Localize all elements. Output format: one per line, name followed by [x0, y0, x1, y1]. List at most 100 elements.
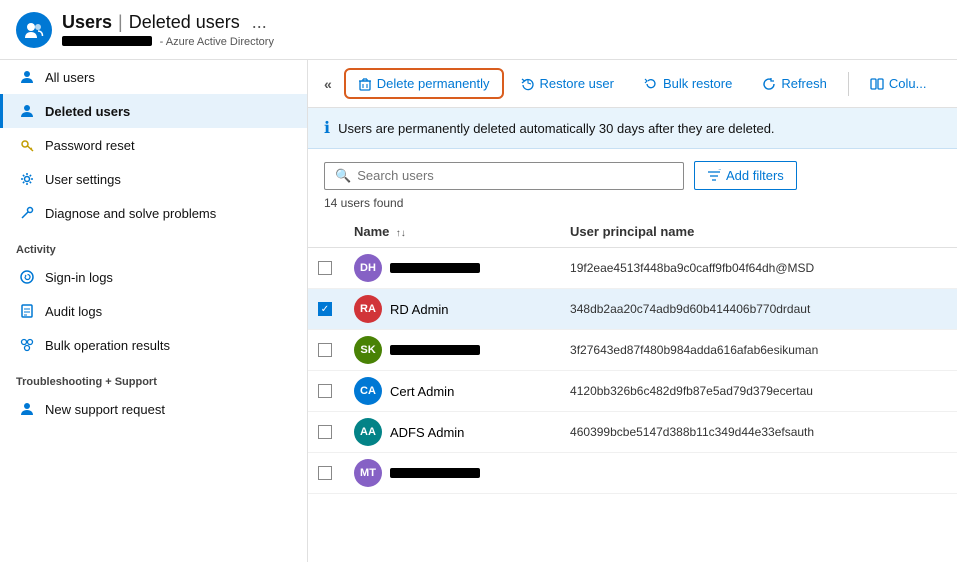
- sidebar-label-sign-in-logs: Sign-in logs: [45, 270, 113, 285]
- sidebar-item-audit-logs[interactable]: Audit logs: [0, 294, 307, 328]
- user-name: ADFS Admin: [390, 425, 464, 440]
- table-row[interactable]: RA RD Admin 348db2aa20c74adb9d60b414406b77…: [308, 289, 957, 330]
- refresh-icon: [762, 77, 776, 91]
- user-upn: 4120bb326b6c482d9fb87e5ad79d379ecertau: [560, 371, 957, 412]
- sidebar-item-diagnose[interactable]: Diagnose and solve problems: [0, 196, 307, 230]
- search-input[interactable]: [357, 168, 673, 183]
- sidebar-item-deleted-users[interactable]: Deleted users: [0, 94, 307, 128]
- bulk-restore-label: Bulk restore: [663, 76, 732, 91]
- trash-icon: [358, 77, 372, 91]
- user-name: RD Admin: [390, 302, 449, 317]
- table-row[interactable]: CA Cert Admin 4120bb326b6c482d9fb87e5ad79d…: [308, 371, 957, 412]
- restore-user-label: Restore user: [540, 76, 614, 91]
- search-filter-row: 🔍 + Add filters: [308, 149, 957, 196]
- sidebar-label-all-users: All users: [45, 70, 95, 85]
- restore-icon: [521, 77, 535, 91]
- row-checkbox[interactable]: [318, 343, 332, 357]
- header-deleted-label: Deleted users: [129, 12, 240, 33]
- table-row[interactable]: MT: [308, 453, 957, 494]
- sidebar-label-user-settings: User settings: [45, 172, 121, 187]
- content-area: All users Deleted users Password reset U…: [0, 60, 957, 562]
- columns-icon: [870, 77, 884, 91]
- avatar: SK: [354, 336, 382, 364]
- svg-text:+: +: [718, 169, 721, 176]
- user-upn: 19f2eae4513f448ba9c0caff9fb04f64dh@MSD: [560, 248, 957, 289]
- info-banner: ℹ Users are permanently deleted automati…: [308, 108, 957, 149]
- columns-label: Colu...: [889, 76, 927, 91]
- collapse-button[interactable]: «: [324, 76, 332, 92]
- sort-icon[interactable]: ↑↓: [396, 228, 406, 239]
- support-icon: [19, 401, 35, 417]
- user-name: Cert Admin: [390, 384, 454, 399]
- col-upn-header: User principal name: [560, 216, 957, 248]
- row-checkbox[interactable]: [318, 425, 332, 439]
- activity-section-label: Activity: [0, 230, 307, 260]
- avatar: AA: [354, 418, 382, 446]
- info-icon: ℹ: [324, 118, 330, 138]
- sidebar-item-user-settings[interactable]: User settings: [0, 162, 307, 196]
- sidebar-label-deleted-users: Deleted users: [45, 104, 130, 119]
- signin-icon: [19, 269, 35, 285]
- table-row[interactable]: SK 3f27643ed87f480b984adda616afab6esikuma…: [308, 330, 957, 371]
- sidebar: All users Deleted users Password reset U…: [0, 60, 308, 562]
- sidebar-label-support: New support request: [45, 402, 165, 417]
- toolbar: « Delete permanently Restore user Bulk r…: [308, 60, 957, 108]
- troubleshooting-section-label: Troubleshooting + Support: [0, 362, 307, 392]
- name-redacted: [390, 468, 480, 478]
- sidebar-label-password-reset: Password reset: [45, 138, 135, 153]
- row-checkbox[interactable]: [318, 302, 332, 316]
- name-redacted: [390, 345, 480, 355]
- col-checkbox: [308, 216, 344, 248]
- columns-button[interactable]: Colu...: [857, 69, 940, 98]
- header-more-button[interactable]: ...: [252, 12, 267, 33]
- add-filters-label: Add filters: [726, 168, 784, 183]
- app-icon: [16, 12, 52, 48]
- info-banner-text: Users are permanently deleted automatica…: [338, 121, 774, 136]
- user-upn: 3f27643ed87f480b984adda616afab6esikuman: [560, 330, 957, 371]
- search-icon: 🔍: [335, 168, 351, 184]
- search-box: 🔍: [324, 162, 684, 190]
- row-checkbox[interactable]: [318, 261, 332, 275]
- sidebar-item-password-reset[interactable]: Password reset: [0, 128, 307, 162]
- settings-icon: [19, 171, 35, 187]
- avatar: DH: [354, 254, 382, 282]
- add-filters-button[interactable]: + Add filters: [694, 161, 797, 190]
- bulk-restore-button[interactable]: Bulk restore: [631, 69, 745, 98]
- sidebar-item-sign-in-logs[interactable]: Sign-in logs: [0, 260, 307, 294]
- sidebar-item-support[interactable]: New support request: [0, 392, 307, 426]
- row-checkbox[interactable]: [318, 384, 332, 398]
- delete-permanently-label: Delete permanently: [377, 76, 490, 91]
- top-header: Users | Deleted users ... - Azure Active…: [0, 0, 957, 60]
- bulk-icon: [19, 337, 35, 353]
- user-upn: 348db2aa20c74adb9d60b414406b770drdaut: [560, 289, 957, 330]
- restore-user-button[interactable]: Restore user: [508, 69, 627, 98]
- person-icon: [19, 69, 35, 85]
- key-icon: [19, 137, 35, 153]
- deleted-person-icon: [19, 103, 35, 119]
- header-users-label: Users: [62, 12, 112, 33]
- delete-permanently-button[interactable]: Delete permanently: [344, 68, 504, 99]
- refresh-label: Refresh: [781, 76, 827, 91]
- sidebar-label-bulk-op: Bulk operation results: [45, 338, 170, 353]
- header-subtitle-text: - Azure Active Directory: [160, 36, 274, 48]
- header-separator: |: [118, 12, 123, 33]
- sidebar-item-all-users[interactable]: All users: [0, 60, 307, 94]
- table-row[interactable]: DH 19f2eae4513f448ba9c0caff9fb04f64dh@MSD: [308, 248, 957, 289]
- table-row[interactable]: AA ADFS Admin 460399bcbe5147d388b11c349d44…: [308, 412, 957, 453]
- users-found-label: 14 users found: [308, 196, 957, 216]
- users-table: Name ↑↓ User principal name DH19f2eae451…: [308, 216, 957, 562]
- wrench-icon: [19, 205, 35, 221]
- sidebar-label-diagnose: Diagnose and solve problems: [45, 206, 216, 221]
- avatar: CA: [354, 377, 382, 405]
- org-name-redacted: [62, 36, 152, 46]
- row-checkbox[interactable]: [318, 466, 332, 480]
- header-main-row: Users | Deleted users ...: [62, 12, 274, 33]
- audit-icon: [19, 303, 35, 319]
- avatar: RA: [354, 295, 382, 323]
- sidebar-item-bulk-op[interactable]: Bulk operation results: [0, 328, 307, 362]
- bulk-restore-icon: [644, 77, 658, 91]
- main-content: « Delete permanently Restore user Bulk r…: [308, 60, 957, 562]
- refresh-button[interactable]: Refresh: [749, 69, 840, 98]
- user-upn: [560, 453, 957, 494]
- user-upn: 460399bcbe5147d388b11c349d44e33efsauth: [560, 412, 957, 453]
